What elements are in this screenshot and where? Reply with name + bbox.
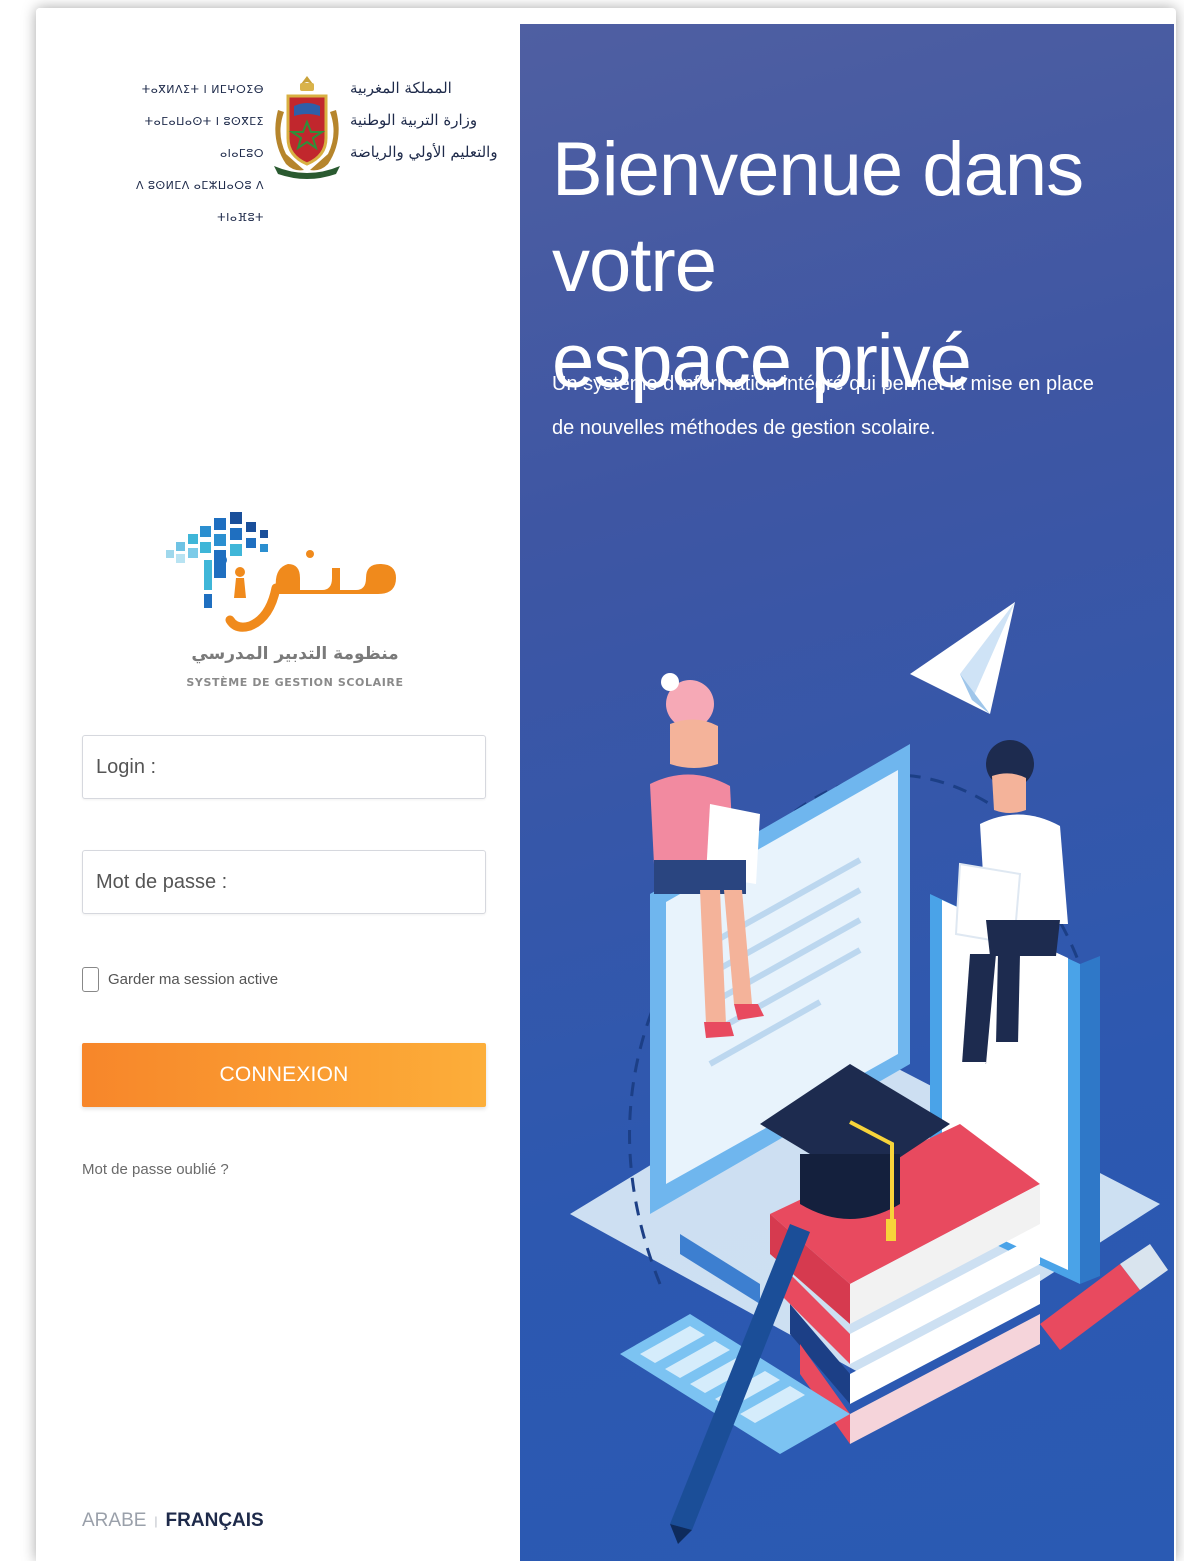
logo-french-subtitle: SYSTÈME DE GESTION SCOLAIRE — [186, 676, 404, 689]
ministry-arabic-line: المملكة المغربية — [350, 79, 452, 97]
forgot-password-link[interactable]: Mot de passe oublié ? — [82, 1161, 229, 1178]
remember-label[interactable]: Garder ma session active — [108, 971, 278, 988]
logo-arabic-subtitle: منظومة التدبير المدرسي — [191, 644, 399, 664]
remember-checkbox[interactable] — [82, 966, 99, 992]
coat-of-arms-icon — [274, 76, 340, 179]
hero-title-line: Bienvenue dans votre — [552, 127, 1084, 308]
login-input[interactable] — [83, 736, 485, 798]
massar-logo-icon — [166, 512, 396, 632]
login-window: ⵜⴰⴳⵍⴷⵉⵜ ⵏ ⵍⵎⵖⵔⵉⴱ ⵜⴰⵎⴰⵡⴰⵙⵜ ⵏ ⵓⵙⴳⵎⵉ ⴰⵏⴰⵎⵓⵔ… — [36, 8, 1176, 1561]
language-french-link[interactable]: FRANÇAIS — [166, 1510, 264, 1532]
remember-session[interactable]: Garder ma session active — [82, 966, 278, 992]
ministry-tifinagh-line: ⵜⴰⴳⵍⴷⵉⵜ ⵏ ⵍⵎⵖⵔⵉⴱ — [141, 83, 264, 96]
ministry-arabic-line: وزارة التربية الوطنية — [350, 111, 478, 129]
language-separator: | — [154, 1514, 158, 1528]
password-input[interactable] — [83, 851, 485, 913]
education-illustration — [570, 602, 1168, 1544]
paper-plane-icon — [910, 602, 1015, 714]
ministry-header: ⵜⴰⴳⵍⴷⵉⵜ ⵏ ⵍⵎⵖⵔⵉⴱ ⵜⴰⵎⴰⵡⴰⵙⵜ ⵏ ⵓⵙⴳⵎⵉ ⴰⵏⴰⵎⵓⵔ… — [114, 68, 498, 224]
password-field[interactable] — [82, 850, 486, 914]
connexion-button[interactable]: CONNEXION — [82, 1043, 486, 1107]
ministry-tifinagh-line: ⴷ ⵓⵙⵍⵎⴷ ⴰⵎⵣⵡⴰⵔⵓ ⴷ ⵜⵏⴰⴼⵓⵜ — [135, 179, 264, 224]
ministry-tifinagh-line: ⵜⴰⵎⴰⵡⴰⵙⵜ ⵏ ⵓⵙⴳⵎⵉ ⴰⵏⴰⵎⵓⵔ — [144, 115, 264, 160]
ministry-name-tifinagh: ⵜⴰⴳⵍⴷⵉⵜ ⵏ ⵍⵎⵖⵔⵉⴱ ⵜⴰⵎⴰⵡⴰⵙⵜ ⵏ ⵓⵙⴳⵎⵉ ⴰⵏⴰⵎⵓⵔ… — [114, 74, 264, 234]
login-panel: ⵜⴰⴳⵍⴷⵉⵜ ⵏ ⵍⵎⵖⵔⵉⴱ ⵜⴰⵎⴰⵡⴰⵙⵜ ⵏ ⵓⵙⴳⵎⵉ ⴰⵏⴰⵎⵓⵔ… — [36, 8, 520, 1561]
language-switcher: ARABE | FRANÇAIS — [82, 1510, 264, 1532]
language-arabic-link[interactable]: ARABE — [82, 1510, 146, 1532]
massar-logo: منظومة التدبير المدرسي SYSTÈME DE GESTIO… — [160, 498, 420, 708]
login-field[interactable] — [82, 735, 486, 799]
hero-description: Un système d'information intégré qui per… — [552, 373, 1094, 439]
ministry-arabic-line: والتعليم الأولي والرياضة — [350, 143, 498, 161]
ministry-name-arabic: المملكة المغربية وزارة التربية الوطنية و… — [350, 72, 500, 168]
hero-panel: Bienvenue dans votre espace privé Un sys… — [520, 24, 1174, 1561]
